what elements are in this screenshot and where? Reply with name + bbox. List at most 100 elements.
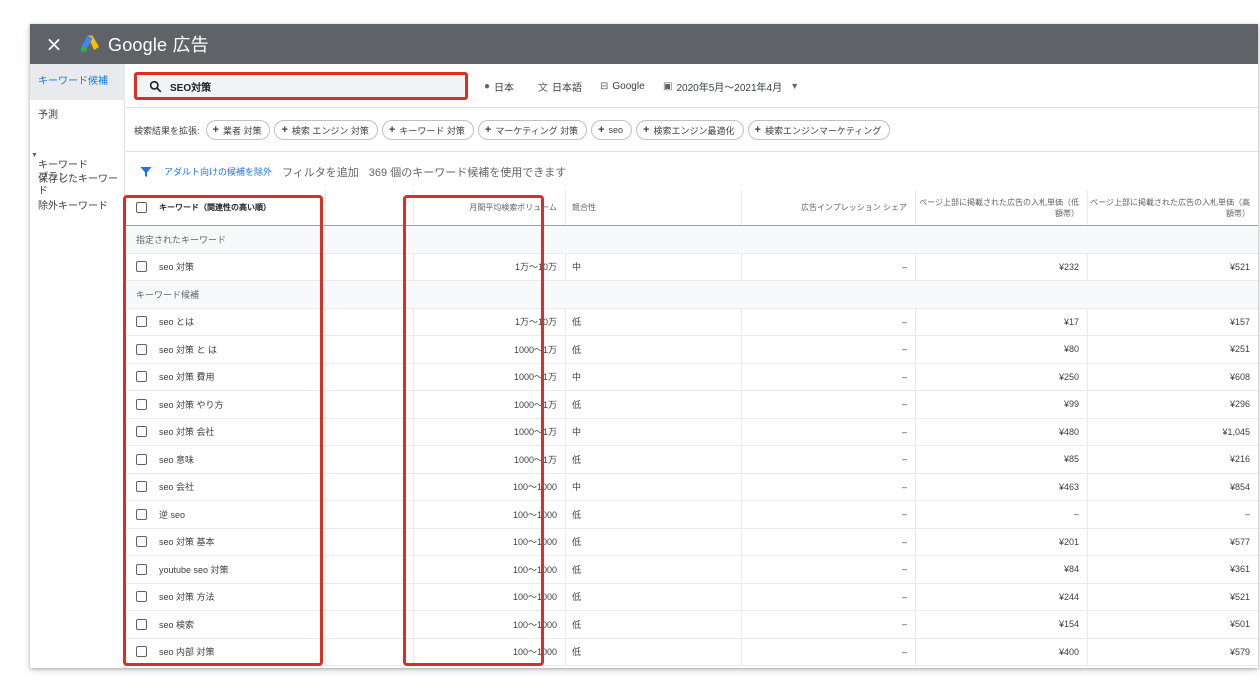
volume-cell: 1000～1万 — [414, 446, 566, 473]
competition-cell: 中 — [566, 418, 742, 445]
keyword-count: 369 個のキーワード候補を使用できます — [368, 166, 567, 179]
table-row[interactable]: seo 対策 費用 1000～1万中 – ¥250 ¥608 — [126, 363, 1258, 391]
competition-cell: 低 — [566, 391, 742, 418]
chip-label: 業者 対策 — [222, 125, 262, 136]
table-row[interactable]: seo 対策 やり方 1000～1万低 – ¥99 ¥296 — [126, 391, 1258, 419]
chip-label: キーワード 対策 — [399, 125, 465, 136]
table-row[interactable]: seo 内部 対策 100～1000 低 – ¥400 ¥579 — [126, 638, 1258, 666]
row-checkbox[interactable] — [136, 343, 147, 355]
bid-low-cell: ¥244 — [916, 583, 1088, 610]
table-row[interactable]: seo とは 1万～10万低 – ¥17 ¥157 — [126, 308, 1258, 336]
keyword-text: seo 会社 — [159, 482, 195, 493]
header-spacer — [326, 190, 414, 225]
row-checkbox[interactable] — [136, 398, 147, 410]
keyword-text: seo 対策 — [159, 262, 195, 273]
spacer-cell — [326, 501, 414, 528]
competition-cell: 低 — [566, 501, 742, 528]
search-input[interactable]: SEO対策 — [134, 72, 468, 100]
bid-high-cell: ¥577 — [1229, 536, 1250, 547]
expand-chip[interactable]: + 検索エンジン最適化 — [636, 120, 744, 140]
select-all-checkbox[interactable] — [136, 202, 147, 213]
row-checkbox[interactable] — [136, 426, 147, 438]
competition-cell: 中 — [566, 363, 742, 390]
network-selector[interactable]: ⊟ Google — [600, 64, 645, 108]
bid-low-cell: ¥154 — [916, 611, 1088, 638]
impression-cell: – — [742, 363, 916, 390]
expand-chip[interactable]: + 業者 対策 — [205, 120, 271, 140]
table-group-header: 指定されたキーワード — [126, 226, 1258, 254]
expand-chip[interactable]: + seo — [591, 120, 633, 140]
sidebar-item-keyword-ideas[interactable]: キーワード候補 — [30, 64, 125, 100]
bid-low-cell: ¥85 — [916, 446, 1088, 473]
sidebar-item-label: キーワード候補 — [38, 76, 108, 87]
filter-icon[interactable] — [140, 166, 152, 178]
volume-cell: 1000～1万 — [414, 363, 566, 390]
app-title: Google 広告 — [108, 35, 209, 55]
sidebar-item-forecast[interactable]: 予測 — [30, 110, 125, 122]
bid-high-cell: ¥521 — [1229, 591, 1250, 602]
header-keyword[interactable]: キーワード（関連性の高い順） — [126, 190, 326, 225]
impression-cell: – — [742, 473, 916, 500]
row-checkbox[interactable] — [136, 371, 147, 383]
expand-chip[interactable]: + キーワード 対策 — [381, 120, 474, 140]
bid-low-cell: ¥250 — [916, 363, 1088, 390]
row-checkbox[interactable] — [136, 316, 147, 328]
location-label: 日本 — [494, 82, 515, 94]
table-row[interactable]: youtube seo 対策 100～1000 低 – ¥84 ¥361 — [126, 556, 1258, 584]
search-icon — [149, 80, 162, 92]
header-volume[interactable]: 月間平均検索ボリューム — [414, 190, 566, 225]
date-range-selector[interactable]: ▣ 2020年5月〜2021年4月 ▾ — [663, 64, 801, 108]
spacer-cell — [326, 528, 414, 555]
bid-low-cell: ¥480 — [916, 418, 1088, 445]
expand-chip[interactable]: + マーケティング 対策 — [477, 120, 588, 140]
bid-high-cell: ¥251 — [1229, 344, 1250, 355]
header-competition-label: 競合性 — [572, 203, 596, 212]
table-row[interactable]: seo 検索 100～1000 低 – ¥154 ¥501 — [126, 611, 1258, 639]
spacer-cell — [326, 638, 414, 665]
row-checkbox[interactable] — [136, 261, 147, 273]
row-checkbox[interactable] — [136, 563, 147, 575]
table-row[interactable]: seo 会社 100～1000 中 – ¥463 ¥854 — [126, 473, 1258, 501]
table-row[interactable]: seo 対策 基本 100～1000 低 – ¥201 ¥577 — [126, 528, 1258, 556]
table-row[interactable]: seo 対策 と は 1000～1万低 – ¥80 ¥251 — [126, 336, 1258, 364]
table-row[interactable]: seo 対策 1万～10万中 – ¥232 ¥521 — [126, 253, 1258, 281]
keyword-text: seo 検索 — [159, 619, 195, 630]
search-row: SEO対策 ● 日本 文 日本語 ⊟ Google ▣ 2020年5月〜2021… — [126, 64, 1258, 108]
keyword-table: キーワード（関連性の高い順） 月間平均検索ボリューム 競合性 広告インプレッショ… — [126, 190, 1258, 666]
plus-icon: + — [754, 124, 761, 136]
table-row[interactable]: 逆 seo 100～1000 低 – – – — [126, 501, 1258, 529]
location-selector[interactable]: ● 日本 — [484, 64, 514, 108]
header-competition[interactable]: 競合性 — [566, 190, 742, 225]
main-content: SEO対策 ● 日本 文 日本語 ⊟ Google ▣ 2020年5月〜2021… — [126, 64, 1258, 668]
table-row[interactable]: seo 対策 会社 1000～1万中 – ¥480 ¥1,045 — [126, 418, 1258, 446]
close-icon[interactable]: × — [42, 34, 66, 54]
keyword-cell: seo 対策 方法 — [126, 583, 326, 610]
table-row[interactable]: seo 意味 1000～1万低 – ¥85 ¥216 — [126, 446, 1258, 474]
row-checkbox[interactable] — [136, 591, 147, 603]
keyword-cell: seo 対策 会社 — [126, 418, 326, 445]
row-checkbox[interactable] — [136, 508, 147, 520]
bid-high-cell: ¥608 — [1229, 371, 1250, 382]
row-checkbox[interactable] — [136, 453, 147, 465]
volume-cell: 1万～10万 — [414, 308, 566, 335]
header-bid-high[interactable]: ページ上部に掲載された広告の入札単価（高額帯） — [1088, 190, 1258, 225]
chip-label: 検索エンジン最適化 — [653, 125, 735, 136]
expand-chip[interactable]: + 検索エンジンマーケティング — [747, 120, 891, 140]
row-checkbox[interactable] — [136, 618, 147, 630]
exclude-adult-filter[interactable]: アダルト向けの候補を除外 — [164, 165, 272, 178]
row-checkbox[interactable] — [136, 481, 147, 493]
header-impression-share[interactable]: 広告インプレッション シェア — [742, 190, 916, 225]
table-row[interactable]: seo 対策 方法 100～1000 低 – ¥244 ¥521 — [126, 583, 1258, 611]
sidebar-item-saved-keywords[interactable]: 保存したキーワード — [30, 174, 125, 198]
row-checkbox[interactable] — [136, 536, 147, 548]
add-filter-button[interactable]: フィルタを追加 — [282, 164, 359, 180]
language-selector[interactable]: 文 日本語 — [538, 64, 582, 108]
caret-down-icon: ▼ — [31, 152, 38, 159]
row-checkbox[interactable] — [136, 646, 147, 658]
group-label: キーワード候補 — [136, 289, 200, 300]
expand-chip[interactable]: + 検索 エンジン 対策 — [274, 120, 378, 140]
bid-high-cell: ¥296 — [1229, 399, 1250, 410]
sidebar-item-negative-keywords[interactable]: 除外キーワード — [30, 201, 125, 213]
header-bid-low[interactable]: ページ上部に掲載された広告の入札単価（低額帯） — [916, 190, 1088, 225]
competition-cell: 低 — [566, 446, 742, 473]
